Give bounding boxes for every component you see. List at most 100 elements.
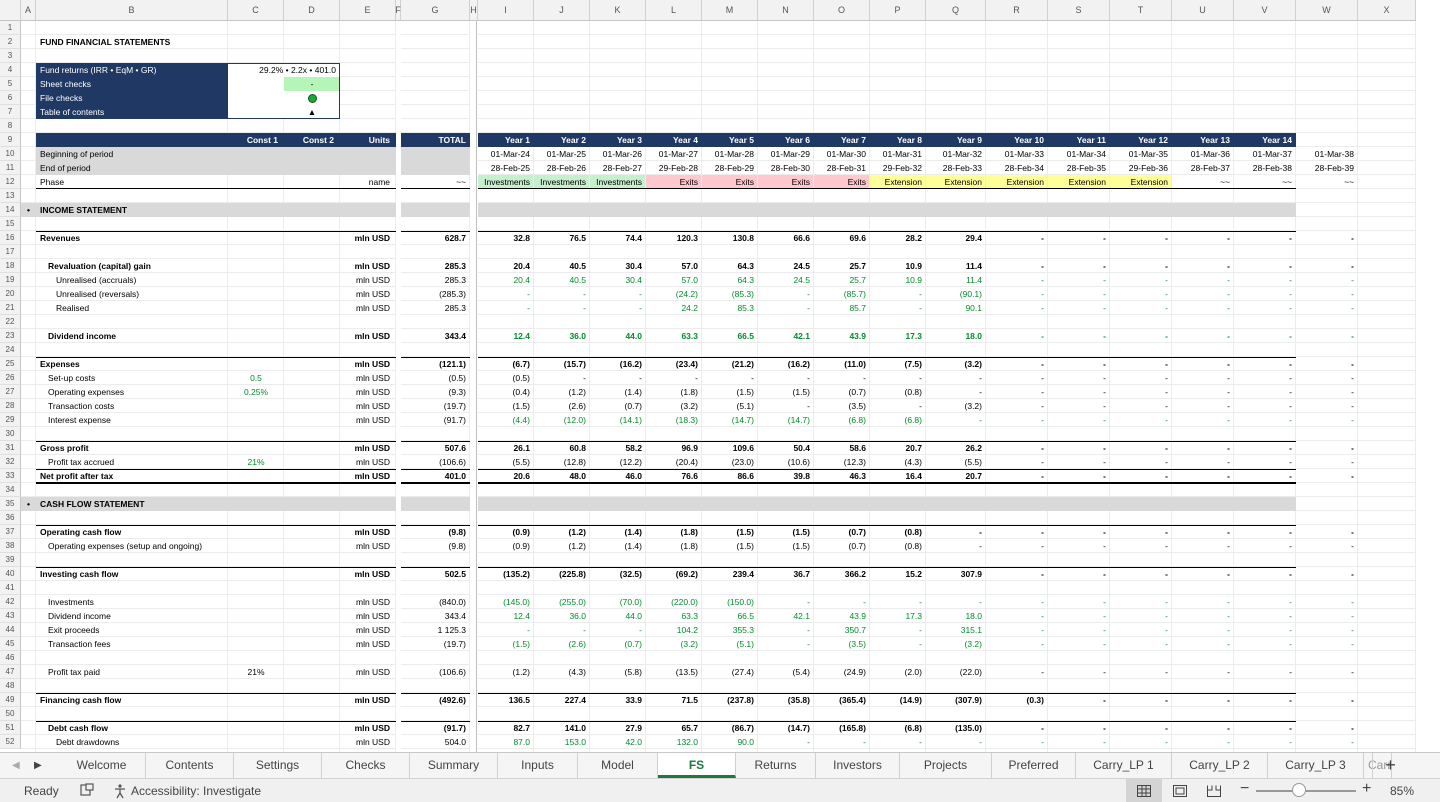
column-header-t[interactable]: T	[1110, 0, 1172, 21]
total-cell[interactable]: (492.6)	[401, 693, 468, 707]
value-cell[interactable]: 96.9	[646, 441, 700, 455]
zoom-in-button[interactable]: +	[1362, 780, 1371, 798]
value-cell[interactable]: -	[1296, 441, 1356, 455]
value-cell[interactable]: -	[1172, 665, 1232, 679]
value-cell[interactable]: (10.6)	[758, 455, 812, 469]
value-cell[interactable]: -	[926, 525, 984, 539]
line-item-label[interactable]: Profit tax accrued	[46, 455, 228, 469]
units-cell[interactable]: mln USD	[340, 441, 392, 455]
value-cell[interactable]: -	[986, 371, 1046, 385]
column-header-o[interactable]: O	[814, 0, 870, 21]
constant-input[interactable]: 0.25%	[228, 385, 284, 399]
value-cell[interactable]: -	[1234, 623, 1294, 637]
value-cell[interactable]: 65.7	[646, 721, 700, 735]
total-cell[interactable]: (19.7)	[401, 399, 468, 413]
column-header-n[interactable]: N	[758, 0, 814, 21]
value-cell[interactable]: -	[1172, 441, 1232, 455]
value-cell[interactable]: 11.4	[926, 273, 984, 287]
row-header[interactable]: 48	[0, 679, 21, 693]
year-header[interactable]: Year 1	[478, 133, 532, 147]
line-item-label[interactable]: Exit proceeds	[46, 623, 228, 637]
value-cell[interactable]: -	[986, 595, 1046, 609]
value-cell[interactable]: -	[758, 595, 812, 609]
value-cell[interactable]: (1.2)	[534, 539, 588, 553]
value-cell[interactable]: -	[986, 385, 1046, 399]
row-header[interactable]: 45	[0, 637, 21, 651]
total-cell[interactable]: (840.0)	[401, 595, 468, 609]
row-header[interactable]: 52	[0, 735, 21, 749]
value-cell[interactable]: -	[590, 623, 644, 637]
value-cell[interactable]: (135.2)	[478, 567, 532, 581]
value-cell[interactable]: -	[1048, 525, 1108, 539]
line-item-label[interactable]: Dividend income	[46, 609, 228, 623]
value-cell[interactable]: -	[870, 301, 924, 315]
value-cell[interactable]: -	[1110, 273, 1170, 287]
period-date[interactable]: 28-Feb-33	[926, 161, 984, 175]
value-cell[interactable]: -	[1172, 301, 1232, 315]
row-header[interactable]: 1	[0, 21, 21, 35]
value-cell[interactable]: 42.1	[758, 609, 812, 623]
period-date[interactable]: 28-Feb-35	[1048, 161, 1108, 175]
value-cell[interactable]: -	[1048, 301, 1108, 315]
value-cell[interactable]: (90.1)	[926, 287, 984, 301]
value-cell[interactable]: 39.8	[758, 469, 812, 483]
period-date[interactable]: 28-Feb-30	[758, 161, 812, 175]
row-header[interactable]: 33	[0, 469, 21, 483]
units-cell[interactable]: mln USD	[340, 539, 392, 553]
period-date[interactable]: 01-Mar-36	[1172, 147, 1232, 161]
value-cell[interactable]: -	[986, 525, 1046, 539]
phase-cell[interactable]: Exits	[702, 175, 756, 189]
row-header[interactable]: 8	[0, 119, 21, 133]
value-cell[interactable]: -	[1234, 721, 1294, 735]
value-cell[interactable]: 40.5	[534, 259, 588, 273]
units-cell[interactable]: mln USD	[340, 567, 392, 581]
value-cell[interactable]: -	[1048, 287, 1108, 301]
value-cell[interactable]: (3.2)	[646, 637, 700, 651]
value-cell[interactable]: -	[1110, 525, 1170, 539]
row-header[interactable]: 11	[0, 161, 21, 175]
value-cell[interactable]: -	[986, 399, 1046, 413]
value-cell[interactable]: -	[986, 469, 1046, 483]
column-header-l[interactable]: L	[646, 0, 702, 21]
row-header[interactable]: 17	[0, 245, 21, 259]
value-cell[interactable]: -	[1172, 357, 1232, 371]
value-cell[interactable]: -	[1296, 665, 1356, 679]
units-cell[interactable]: mln USD	[340, 469, 392, 483]
value-cell[interactable]: (24.9)	[814, 665, 868, 679]
zoom-out-button[interactable]: −	[1240, 780, 1249, 798]
row-header[interactable]: 38	[0, 539, 21, 553]
value-cell[interactable]: (1.4)	[590, 385, 644, 399]
value-cell[interactable]: 27.9	[590, 721, 644, 735]
value-cell[interactable]: 90.1	[926, 301, 984, 315]
value-cell[interactable]: (2.6)	[534, 637, 588, 651]
value-cell[interactable]: -	[1296, 259, 1356, 273]
value-cell[interactable]: -	[986, 721, 1046, 735]
value-cell[interactable]: (14.9)	[870, 693, 924, 707]
line-item-label[interactable]: Debt cash flow	[46, 721, 228, 735]
value-cell[interactable]: -	[1172, 287, 1232, 301]
value-cell[interactable]: 29.4	[926, 231, 984, 245]
value-cell[interactable]: (307.9)	[926, 693, 984, 707]
value-cell[interactable]: (5.5)	[478, 455, 532, 469]
value-cell[interactable]: -	[1296, 301, 1356, 315]
row-header[interactable]: 51	[0, 721, 21, 735]
value-cell[interactable]: -	[1172, 231, 1232, 245]
value-cell[interactable]: (5.8)	[590, 665, 644, 679]
value-cell[interactable]: -	[1296, 273, 1356, 287]
value-cell[interactable]: (12.2)	[590, 455, 644, 469]
value-cell[interactable]: (6.7)	[478, 357, 532, 371]
value-cell[interactable]: -	[1234, 735, 1294, 749]
total-cell[interactable]: 628.7	[401, 231, 468, 245]
tab-contents[interactable]: Contents	[146, 753, 234, 778]
phase-units[interactable]: name	[340, 175, 392, 189]
value-cell[interactable]: 64.3	[702, 273, 756, 287]
column-header-k[interactable]: K	[590, 0, 646, 21]
value-cell[interactable]: -	[702, 371, 756, 385]
value-cell[interactable]: 17.3	[870, 329, 924, 343]
row-header[interactable]: 29	[0, 413, 21, 427]
value-cell[interactable]: (0.3)	[986, 693, 1046, 707]
total-cell[interactable]: (0.5)	[401, 371, 468, 385]
row-header[interactable]: 24	[0, 343, 21, 357]
value-cell[interactable]: -	[926, 413, 984, 427]
value-cell[interactable]: (70.0)	[590, 595, 644, 609]
